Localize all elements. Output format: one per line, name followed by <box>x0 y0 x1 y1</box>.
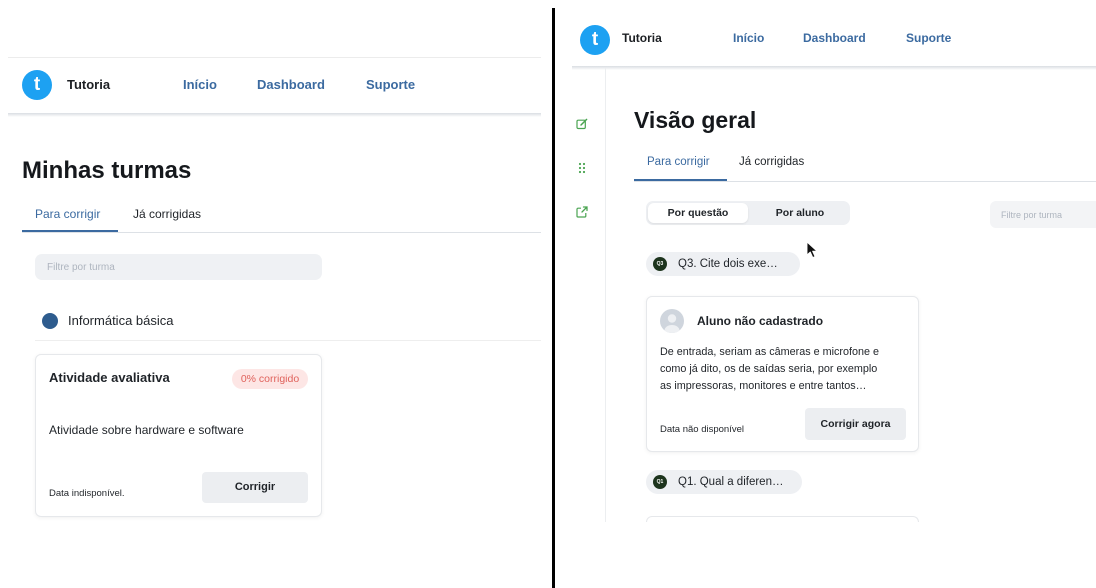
toggle-por-aluno[interactable]: Por aluno <box>750 203 850 223</box>
corrigir-button[interactable]: Corrigir <box>202 472 308 503</box>
grid-icon[interactable] <box>576 162 588 174</box>
corrigir-agora-button[interactable]: Corrigir agora <box>805 408 906 440</box>
mouse-pointer-icon <box>806 241 818 259</box>
question-number-badge: Q3 <box>653 257 667 271</box>
brand-name[interactable]: Tutoria <box>67 77 110 93</box>
activity-card[interactable]: Atividade avaliativa 0% corrigido Ativid… <box>35 354 322 517</box>
answer-card[interactable]: Aluno não cadastrado De entrada, seriam … <box>646 296 919 452</box>
activity-title: Atividade avaliativa <box>49 370 170 385</box>
class-group-header[interactable]: Informática básica <box>35 308 541 334</box>
question-number-badge: Q1 <box>653 475 667 489</box>
class-filter-input[interactable] <box>35 254 322 280</box>
activity-date: Data indisponível. <box>49 488 125 499</box>
screenshot-divider <box>552 8 555 588</box>
page-title: Minhas turmas <box>22 157 192 184</box>
tab-para-corrigir[interactable]: Para corrigir <box>35 207 100 222</box>
nav-link-inicio[interactable]: Início <box>183 77 217 93</box>
tab-para-corrigir[interactable]: Para corrigir <box>647 155 710 169</box>
answer-card-partial <box>646 516 919 522</box>
activity-description: Atividade sobre hardware e software <box>49 423 244 437</box>
answer-line: as impressoras, monitores e entre tantos… <box>660 380 867 392</box>
tab-ja-corrigidas[interactable]: Já corrigidas <box>739 155 804 169</box>
tutoria-logo-icon[interactable]: t <box>580 25 610 55</box>
user-avatar-icon <box>660 309 684 333</box>
answer-line: De entrada, seriam as câmeras e microfon… <box>660 346 880 358</box>
external-link-icon[interactable] <box>576 206 588 218</box>
edit-icon[interactable] <box>576 118 588 130</box>
status-badge: 0% corrigido <box>232 369 308 389</box>
top-navbar: t Tutoria Início Dashboard Suporte <box>0 0 548 118</box>
page-title: Visão geral <box>634 107 757 133</box>
question-chip-q1[interactable]: Q1 Q1. Qual a diferen… <box>646 470 802 494</box>
nav-link-dashboard[interactable]: Dashboard <box>257 77 325 93</box>
toggle-por-questao[interactable]: Por questão <box>648 203 748 223</box>
nav-link-inicio[interactable]: Início <box>733 31 764 45</box>
sidebar <box>556 68 606 522</box>
view-toggle: Por questão Por aluno <box>646 201 850 225</box>
tutoria-logo-icon[interactable]: t <box>22 70 52 100</box>
active-tab-indicator <box>634 179 727 181</box>
class-badge-icon <box>42 313 58 329</box>
class-filter-input[interactable] <box>990 201 1096 228</box>
nav-link-suporte[interactable]: Suporte <box>906 31 951 45</box>
question-label: Q1. Qual a diferen… <box>678 476 784 488</box>
question-label: Q3. Cite dois exe… <box>678 258 778 270</box>
left-screen: t Tutoria Início Dashboard Suporte Minha… <box>0 0 548 588</box>
nav-link-dashboard[interactable]: Dashboard <box>803 31 866 45</box>
brand-name[interactable]: Tutoria <box>622 31 662 45</box>
tab-divider <box>22 232 541 233</box>
top-navbar: t Tutoria Início Dashboard Suporte <box>556 0 1096 72</box>
logo-letter: t <box>33 74 41 95</box>
active-tab-indicator <box>22 230 118 232</box>
tab-divider <box>634 181 1096 182</box>
question-chip-q3[interactable]: Q3 Q3. Cite dois exe… <box>646 252 800 276</box>
answer-date: Data não disponível <box>660 424 744 435</box>
tab-ja-corrigidas[interactable]: Já corrigidas <box>133 207 201 222</box>
right-screen: t Tutoria Início Dashboard Suporte Visão… <box>556 0 1096 588</box>
class-group-divider <box>35 340 541 341</box>
header-bottom-border <box>8 113 541 117</box>
answer-line: como já dito, os de saídas seria, por ex… <box>660 363 878 375</box>
header-bottom-border <box>572 66 1096 70</box>
nav-link-suporte[interactable]: Suporte <box>366 77 415 93</box>
student-name: Aluno não cadastrado <box>697 314 824 328</box>
class-name: Informática básica <box>68 313 174 328</box>
logo-letter: t <box>591 29 599 50</box>
